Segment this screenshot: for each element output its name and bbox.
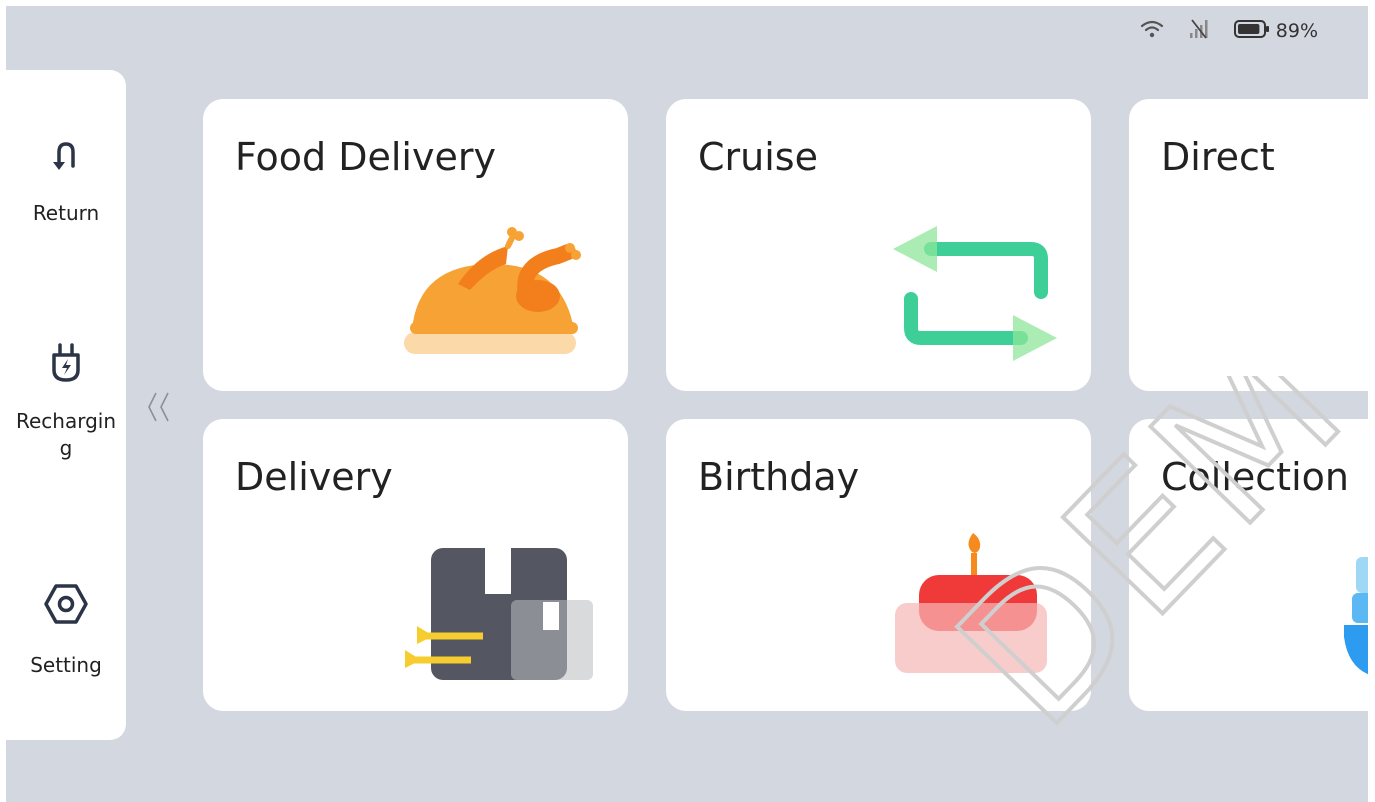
sidebar-item-return[interactable]: Return (6, 136, 126, 227)
collapse-sidebar-button[interactable] (146, 389, 172, 429)
sidebar-item-setting[interactable]: Setting (6, 582, 126, 679)
card-title: Food Delivery (235, 135, 496, 179)
return-icon (6, 136, 126, 180)
loop-arrows-icon (893, 226, 1057, 361)
double-chevron-left-icon (146, 392, 172, 429)
status-bar: 89% (1140, 19, 1318, 43)
settings-hex-icon (6, 582, 126, 630)
battery-percent: 89% (1275, 20, 1318, 42)
sidebar-item-label: Setting (30, 653, 102, 677)
card-title: Delivery (235, 455, 393, 499)
card-title: Birthday (698, 455, 860, 499)
sidebar-item-label: Return (32, 201, 100, 225)
no-signal-icon (1186, 18, 1212, 44)
card-collection[interactable]: Collection (1129, 419, 1368, 711)
robot-screen: 89% Return Rechargin g Setting Food Deli… (6, 6, 1368, 802)
package-box-icon (405, 548, 593, 680)
card-food-delivery[interactable]: Food Delivery (203, 99, 628, 391)
sidebar-item-label: Rechargin g (15, 409, 117, 460)
battery-indicator: 89% (1233, 19, 1318, 43)
card-delivery[interactable]: Delivery (203, 419, 628, 711)
card-birthday[interactable]: Birthday (666, 419, 1091, 711)
card-cruise[interactable]: Cruise (666, 99, 1091, 391)
stacked-bowls-icon (1344, 557, 1368, 675)
sidebar: Return Rechargin g Setting (6, 70, 126, 740)
roast-chicken-icon (404, 227, 581, 354)
sidebar-item-recharging[interactable]: Rechargin g (6, 342, 126, 462)
card-direct[interactable]: Direct (1129, 99, 1368, 391)
wifi-icon (1140, 19, 1164, 43)
card-title: Collection (1161, 455, 1349, 499)
card-title: Direct (1161, 135, 1275, 179)
birthday-cake-icon (895, 533, 1047, 673)
charging-plug-icon (6, 342, 126, 390)
battery-icon (1233, 19, 1270, 43)
card-title: Cruise (698, 135, 818, 179)
